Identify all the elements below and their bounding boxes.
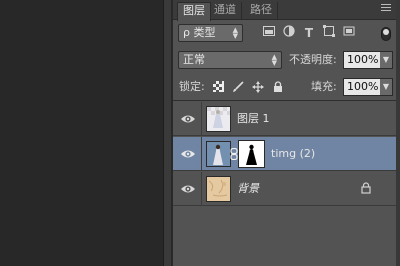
opacity-dropdown-icon[interactable]: ▼ (380, 51, 393, 69)
tab-channels[interactable]: 通道 (209, 2, 242, 20)
layer-name[interactable]: 背景 (237, 172, 259, 206)
shape-filter-icon[interactable] (321, 24, 337, 42)
panel-menu-icon[interactable] (381, 4, 391, 14)
type-filter-icon[interactable]: T (301, 24, 317, 42)
lock-label: 锁定: (179, 80, 205, 93)
opacity-input[interactable]: 100% (343, 51, 381, 69)
image-filter-icon[interactable] (261, 24, 277, 42)
fill-input[interactable]: 100% (343, 78, 381, 96)
fill-dropdown-icon[interactable]: ▼ (380, 78, 393, 96)
layer-row-background[interactable]: 背景 (173, 172, 397, 206)
blend-mode-select[interactable]: 正常 ▲ ▼ (178, 51, 282, 69)
lock-row: 锁定: 填充: 100% ▼ (173, 73, 397, 101)
layer-mask-thumbnail[interactable] (238, 140, 265, 168)
layer-thumbnail[interactable] (206, 176, 231, 202)
panel-tab-bar: 图层 通道 路径 (173, 0, 397, 21)
visibility-eye-icon[interactable] (180, 181, 196, 197)
layer-row-timg[interactable]: timg (2) (173, 137, 397, 171)
filter-kind-select[interactable]: ρ 类型 ▲ ▼ (178, 24, 243, 42)
panel-dock-strip (163, 0, 171, 266)
layer-row-layer1[interactable]: 图层 1 (173, 102, 397, 136)
fill-label: 填充: (311, 80, 337, 93)
layer-thumbnail[interactable] (206, 141, 231, 167)
smart-object-filter-icon[interactable] (341, 24, 357, 42)
layer-name[interactable]: 图层 1 (237, 102, 270, 136)
visibility-eye-icon[interactable] (180, 111, 196, 127)
divider (201, 102, 202, 136)
document-canvas-area (0, 0, 163, 266)
visibility-eye-icon[interactable] (180, 146, 196, 162)
opacity-label: 不透明度: (289, 53, 337, 66)
filter-toggle-switch[interactable] (381, 27, 391, 41)
lock-image-pixels-icon[interactable] (231, 81, 245, 95)
lock-all-icon[interactable] (271, 81, 285, 95)
select-arrows-icon: ▲ ▼ (232, 26, 238, 40)
layer-locked-icon (359, 182, 373, 196)
layers-panel: 图层 通道 路径 ρ 类型 ▲ ▼ T 正常 ▲ ▼ 不透明度: 100% ▼ … (172, 0, 397, 266)
filter-kind-label: ρ 类型 (183, 26, 216, 39)
lock-transparent-pixels-icon[interactable] (211, 81, 225, 95)
blend-mode-label: 正常 (183, 53, 205, 66)
divider (201, 172, 202, 206)
lock-position-icon[interactable] (251, 81, 265, 95)
layer-thumbnail[interactable] (206, 106, 231, 132)
select-arrows-icon: ▲ ▼ (271, 53, 277, 67)
divider (201, 137, 202, 171)
tab-layers[interactable]: 图层 (177, 2, 211, 21)
layer-filter-row: ρ 类型 ▲ ▼ T (173, 21, 397, 47)
panel-scrollbar-edge (396, 0, 400, 266)
blend-row: 正常 ▲ ▼ 不透明度: 100% ▼ (173, 48, 397, 72)
layer-name[interactable]: timg (2) (271, 137, 315, 171)
adjustment-filter-icon[interactable] (281, 24, 297, 42)
mask-link-chain-icon[interactable] (230, 147, 238, 161)
tab-paths[interactable]: 路径 (245, 2, 278, 20)
